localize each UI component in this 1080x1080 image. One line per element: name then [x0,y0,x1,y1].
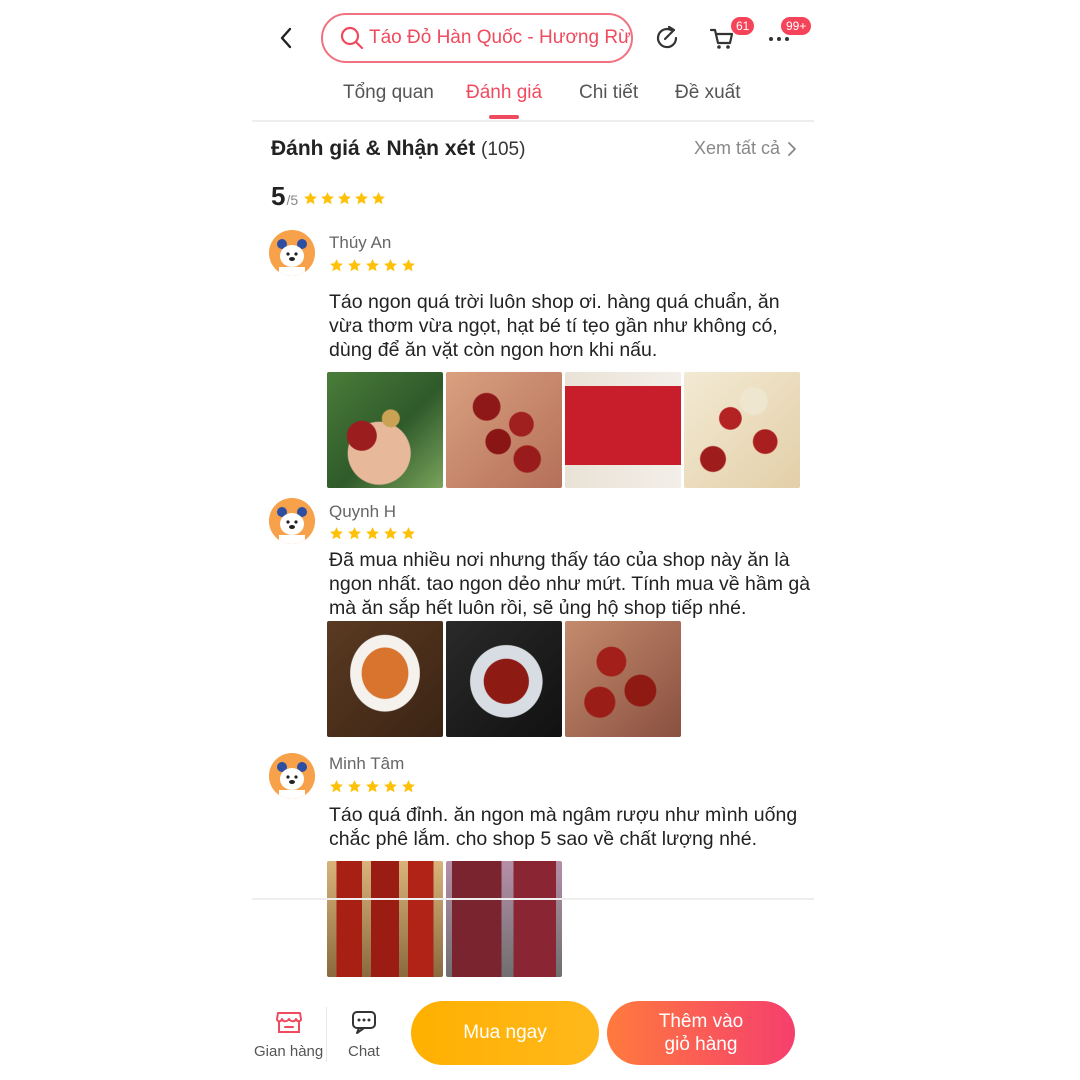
star-icon [365,526,380,541]
score-max: /5 [286,192,299,208]
star-icon [401,526,416,541]
see-all-link[interactable]: Xem tất cả [694,138,796,159]
active-tab-indicator [489,115,519,119]
review-photos [327,621,681,737]
review-stars [329,779,416,794]
star-icon [337,191,352,206]
review-photo[interactable] [565,621,681,737]
tab-reviews[interactable]: Đánh giá [466,82,542,104]
rating-score: 5 /5 [271,182,386,210]
star-icon [383,258,398,273]
reviewer-name: Quynh H [329,502,397,521]
star-icon [329,779,344,794]
review-photo[interactable] [327,861,443,977]
ratings-title-text: Đánh giá & Nhận xét [271,137,476,160]
store-label: Gian hàng [254,1043,324,1060]
reviewer-name: Thúy An [329,233,392,252]
tab-overview[interactable]: Tổng quan [343,82,434,104]
review-stars [329,526,416,541]
star-icon [401,779,416,794]
review-stars [329,258,416,273]
store-icon [274,1007,304,1037]
review-photo[interactable] [565,372,681,488]
divider [252,898,814,900]
tab-details[interactable]: Chi tiết [579,82,638,104]
chat-label: Chat [348,1043,380,1060]
search-icon [340,26,364,50]
ratings-title: Đánh giá & Nhận xét (105) [271,137,525,161]
star-icon [303,191,318,206]
star-icon [365,779,380,794]
review-photo[interactable] [327,621,443,737]
star-icon [371,191,386,206]
review-text: Táo quá đỉnh. ăn ngon mà ngâm rượu như m… [329,804,798,850]
share-icon[interactable] [654,24,682,52]
review-photo[interactable] [446,621,562,737]
star-icon [401,258,416,273]
chat-icon [349,1007,379,1037]
tab-bar: Tổng quan Đánh giá Chi tiết Đề xuất [252,78,814,122]
see-all-label: Xem tất cả [693,138,780,158]
review-text: Táo ngon quá trời luôn shop ơi. hàng quá… [329,291,780,361]
star-icon [383,779,398,794]
search-text: Táo Đỏ Hàn Quốc - Hương Rừng [369,27,631,48]
reviewer-name: Minh Tâm [329,754,405,773]
review-photos [327,372,800,488]
store-button[interactable]: Gian hàng [254,1007,323,1060]
buy-now-button[interactable]: Mua ngay [411,1001,599,1065]
review-photo[interactable] [446,861,562,977]
overall-stars [303,191,386,206]
star-icon [365,258,380,273]
product-screen: Táo Đỏ Hàn Quốc - Hương Rừng 61 99+ Tổng… [252,0,814,1080]
add-to-cart-button[interactable]: Thêm vào giỏ hàng [607,1001,795,1065]
star-icon [354,191,369,206]
cart-badge: 61 [730,16,756,36]
star-icon [383,526,398,541]
star-icon [320,191,335,206]
star-icon [329,258,344,273]
more-badge: 99+ [780,16,813,36]
star-icon [329,526,344,541]
avatar [269,230,315,276]
review-photos [327,861,562,977]
score-value: 5 [271,181,286,211]
review-photo[interactable] [327,372,443,488]
review-photo[interactable] [446,372,562,488]
search-input[interactable]: Táo Đỏ Hàn Quốc - Hương Rừng [321,13,633,63]
avatar [269,498,315,544]
nav-separator [326,1007,327,1062]
bottom-action-bar: Gian hàng Chat Mua ngay Thêm vào giỏ hàn… [252,995,814,1080]
avatar [269,753,315,799]
star-icon [347,779,362,794]
chevron-right-icon [788,141,796,156]
tab-suggestions[interactable]: Đề xuất [675,82,740,104]
review-text: Đã mua nhiều nơi nhưng thấy táo của shop… [329,549,811,619]
back-arrow-icon[interactable] [274,26,298,50]
star-icon [347,258,362,273]
ratings-count: (105) [481,139,526,160]
review-photo[interactable] [684,372,800,488]
chat-button[interactable]: Chat [348,1007,380,1060]
star-icon [347,526,362,541]
